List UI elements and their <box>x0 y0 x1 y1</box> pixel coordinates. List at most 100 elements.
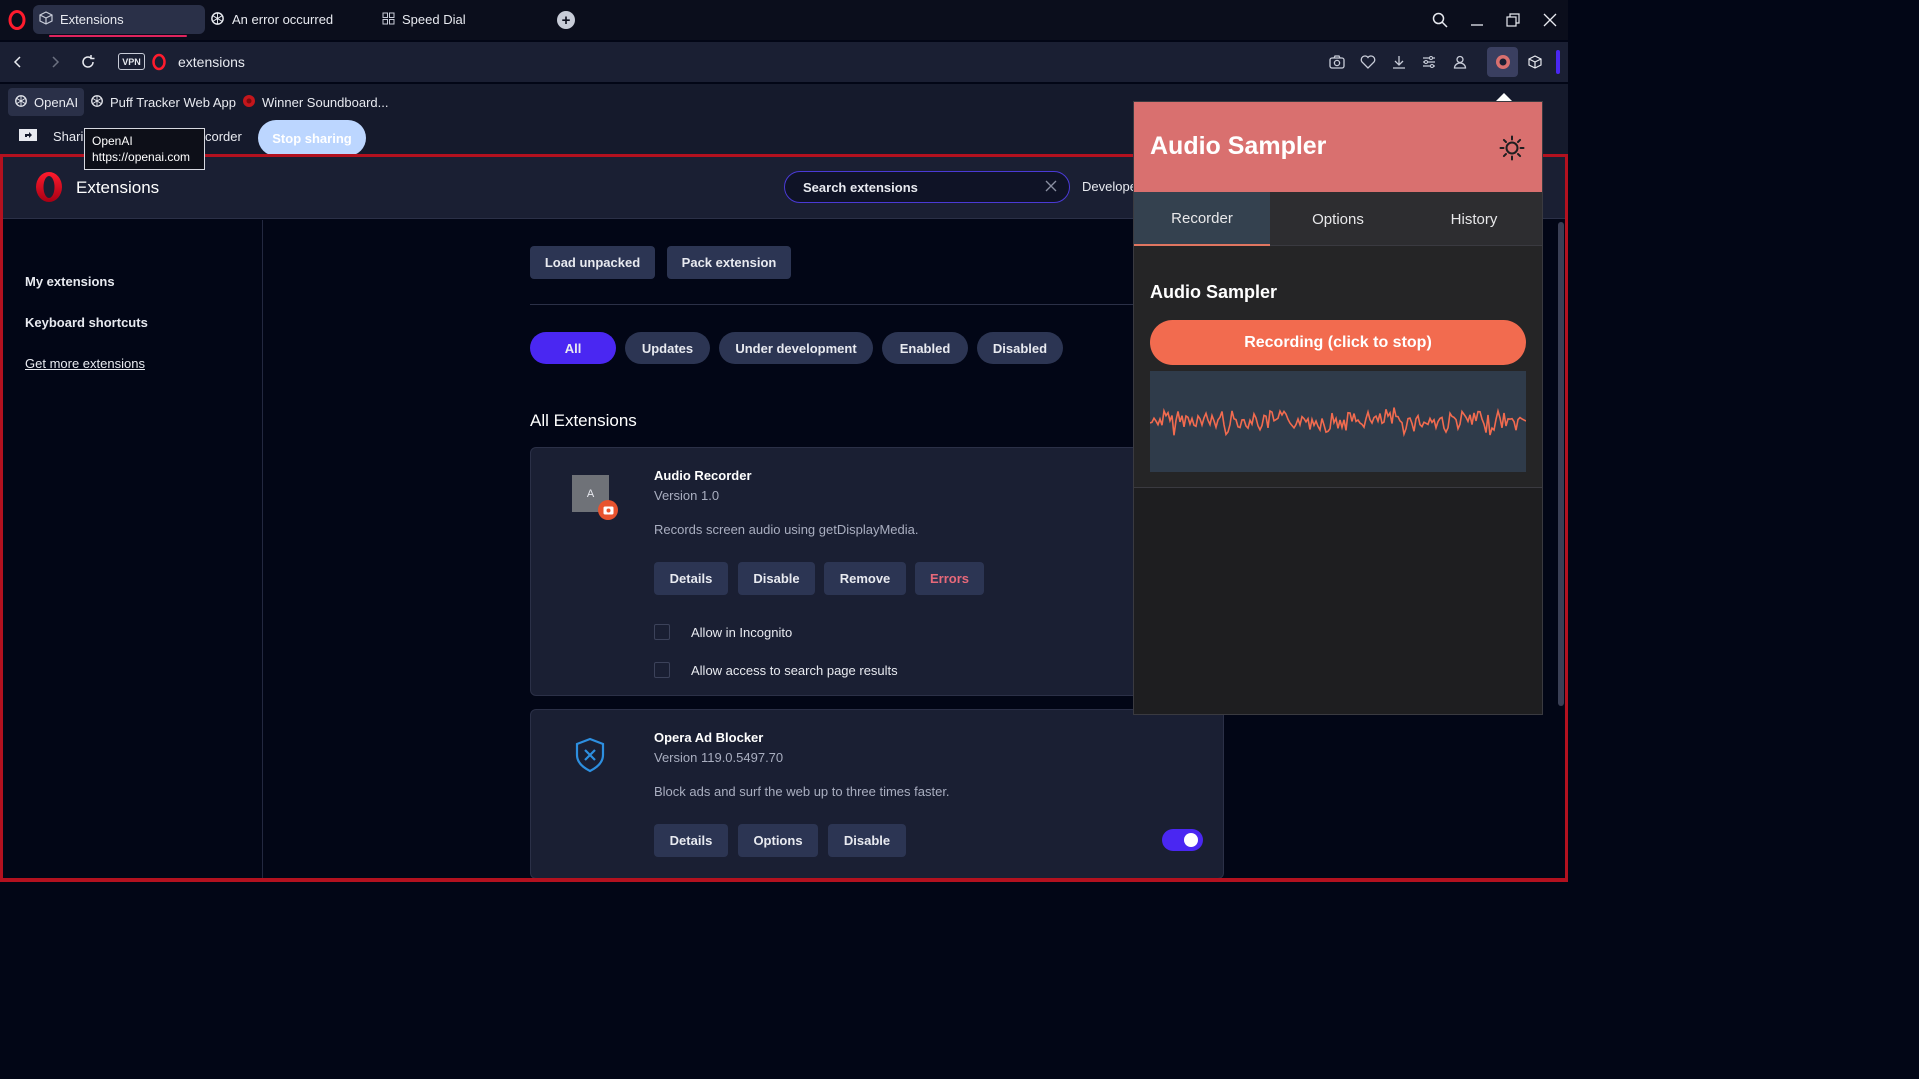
filter-enabled[interactable]: Enabled <box>882 332 968 364</box>
record-badge-icon <box>598 500 618 520</box>
clear-search-icon[interactable] <box>1045 180 1057 195</box>
tab-label: Speed Dial <box>402 12 466 27</box>
extension-name: Opera Ad Blocker <box>654 730 764 745</box>
screen-share-icon <box>18 128 38 148</box>
enable-toggle[interactable] <box>1162 829 1203 851</box>
page-title: Extensions <box>76 178 160 197</box>
audio-waveform <box>1149 371 1527 472</box>
incognito-label: Allow in Incognito <box>691 625 793 640</box>
tab-strip: Extensions An error occurred Speed Dial … <box>0 0 1568 40</box>
sharing-app-text: corder <box>205 129 242 144</box>
bookmark-puff-tracker[interactable]: Puff Tracker Web App <box>84 88 242 116</box>
cube-icon <box>39 11 53 28</box>
bookmark-label: Puff Tracker Web App <box>110 94 236 110</box>
new-tab-button[interactable]: + <box>557 11 575 29</box>
search-extensions-input[interactable]: Search extensions <box>784 171 1070 203</box>
audio-sampler-extension-icon[interactable] <box>1487 47 1518 77</box>
disable-button[interactable]: Disable <box>738 562 815 595</box>
filter-updates[interactable]: Updates <box>625 332 710 364</box>
reload-button[interactable] <box>76 50 100 74</box>
sidebar-item-get-more[interactable]: Get more extensions <box>25 356 145 371</box>
search-results-label: Allow access to search page results <box>691 663 898 678</box>
popup-tabs: Recorder Options History <box>1134 192 1542 246</box>
bookmark-winner-soundboard[interactable]: Winner Soundboard... <box>236 88 394 116</box>
stop-recording-button[interactable]: Recording (click to stop) <box>1150 320 1526 365</box>
extension-version: Version 119.0.5497.70 <box>654 750 784 765</box>
tab-extensions[interactable]: Extensions <box>33 5 205 37</box>
waveform-line <box>1149 407 1527 438</box>
search-placeholder: Search extensions <box>803 179 918 195</box>
tab-history[interactable]: History <box>1406 192 1542 246</box>
bookmark-tooltip: OpenAI https://openai.com <box>84 128 205 170</box>
heart-icon[interactable] <box>1356 50 1380 74</box>
extensions-sidebar: My extensions Keyboard shortcuts Get mor… <box>3 220 263 878</box>
developer-mode-label[interactable]: Develope <box>1082 179 1137 194</box>
page-scrollbar[interactable] <box>1558 222 1564 706</box>
address-bar: VPN extensions <box>0 42 1568 82</box>
opera-logo <box>33 171 65 208</box>
tooltip-title: OpenAI <box>92 134 133 148</box>
filter-under-development[interactable]: Under development <box>719 332 873 364</box>
sharing-text: Sharir <box>53 129 88 144</box>
section-title: All Extensions <box>530 411 637 430</box>
extension-description: Block ads and surf the web up to three t… <box>654 784 950 799</box>
openai-icon <box>14 94 28 111</box>
easy-setup-icon[interactable] <box>1417 50 1441 74</box>
extension-card-audio-recorder: A Audio Recorder Version 1.0 Records scr… <box>530 447 1224 696</box>
close-window-button[interactable] <box>1538 8 1562 32</box>
load-unpacked-button[interactable]: Load unpacked <box>530 246 655 279</box>
tab-options[interactable]: Options <box>1270 192 1406 246</box>
filter-disabled[interactable]: Disabled <box>977 332 1063 364</box>
audio-sampler-popup: Audio Sampler Recorder Options History A… <box>1133 101 1543 715</box>
filter-all[interactable]: All <box>530 332 616 364</box>
back-button[interactable] <box>6 50 30 74</box>
grid-icon <box>382 12 395 28</box>
sidebar-item-keyboard-shortcuts[interactable]: Keyboard shortcuts <box>25 315 148 330</box>
sidebar-item-my-extensions[interactable]: My extensions <box>25 274 115 289</box>
stop-sharing-button[interactable]: Stop sharing <box>258 120 366 156</box>
errors-button[interactable]: Errors <box>915 562 984 595</box>
tooltip-url: https://openai.com <box>92 150 191 164</box>
restore-button[interactable] <box>1501 8 1525 32</box>
forward-button[interactable] <box>43 50 67 74</box>
toggle-knob <box>1184 833 1198 847</box>
extensions-cube-icon[interactable] <box>1523 50 1547 74</box>
search-results-checkbox[interactable] <box>654 662 670 678</box>
red-circle-icon <box>242 94 256 111</box>
tab-speed-dial[interactable]: Speed Dial <box>376 5 536 34</box>
bookmark-openai[interactable]: OpenAI <box>8 88 85 116</box>
minimize-button[interactable] <box>1465 8 1489 32</box>
remove-button[interactable]: Remove <box>824 562 906 595</box>
bookmark-label: Winner Soundboard... <box>262 94 389 110</box>
opera-icon <box>151 53 167 71</box>
extension-card-ad-blocker: Opera Ad Blocker Version 119.0.5497.70 B… <box>530 709 1224 879</box>
popup-title: Audio Sampler <box>1150 132 1327 160</box>
url-field[interactable]: extensions <box>178 54 578 70</box>
vpn-badge[interactable]: VPN <box>118 53 145 70</box>
opera-menu-icon[interactable] <box>7 10 27 30</box>
theme-sun-icon[interactable] <box>1499 135 1525 166</box>
extension-description: Records screen audio using getDisplayMed… <box>654 522 919 537</box>
divider <box>530 304 1140 305</box>
pack-extension-button[interactable]: Pack extension <box>667 246 791 279</box>
tab-error[interactable]: An error occurred <box>204 5 369 34</box>
disable-button[interactable]: Disable <box>828 824 906 857</box>
profile-icon[interactable] <box>1448 50 1472 74</box>
tab-recorder[interactable]: Recorder <box>1134 192 1270 246</box>
openai-icon <box>210 11 225 29</box>
shield-icon <box>574 737 606 778</box>
incognito-checkbox[interactable] <box>654 624 670 640</box>
recorder-section: Audio Sampler Recording (click to stop) <box>1134 246 1542 488</box>
download-icon[interactable] <box>1387 50 1411 74</box>
details-button[interactable]: Details <box>654 824 728 857</box>
search-tabs-icon[interactable] <box>1428 8 1452 32</box>
details-button[interactable]: Details <box>654 562 728 595</box>
popup-header: Audio Sampler <box>1134 102 1542 192</box>
options-button[interactable]: Options <box>738 824 818 857</box>
openai-icon <box>90 94 104 111</box>
extension-version: Version 1.0 <box>654 488 720 503</box>
extension-name: Audio Recorder <box>654 468 752 483</box>
bookmark-label: OpenAI <box>34 94 79 110</box>
sidebar-accent <box>1556 50 1560 74</box>
camera-icon[interactable] <box>1325 50 1349 74</box>
